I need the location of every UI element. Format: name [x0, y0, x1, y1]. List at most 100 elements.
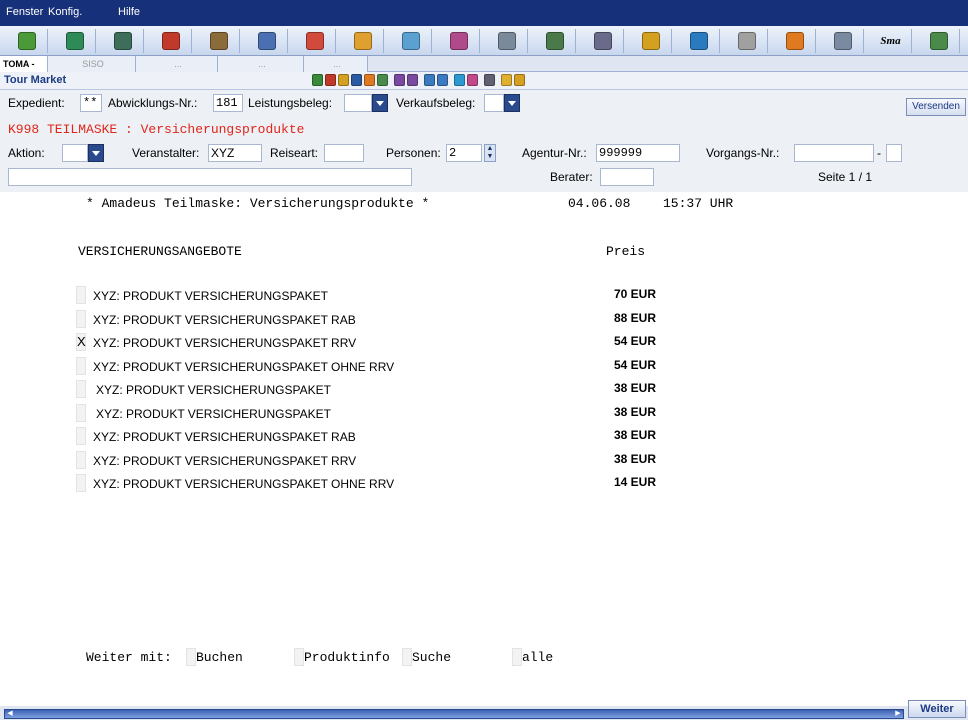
- chevron-down-icon[interactable]: [88, 144, 104, 162]
- toolbar-button-tools[interactable]: [342, 29, 384, 53]
- toolbar-button-chart[interactable]: [774, 29, 816, 53]
- tab-siso[interactable]: SISO: [48, 56, 136, 72]
- chevron-down-icon[interactable]: [504, 94, 520, 112]
- chevron-down-icon[interactable]: [372, 94, 388, 112]
- page-indicator: Seite 1 / 1: [818, 170, 873, 184]
- offer-select-checkbox[interactable]: [76, 450, 86, 469]
- buchen-checkbox[interactable]: [186, 648, 196, 666]
- offer-select-checkbox[interactable]: [76, 356, 86, 375]
- note-icon[interactable]: [501, 74, 512, 86]
- toolbar-button-figure[interactable]: [726, 29, 768, 53]
- print-icon[interactable]: [364, 74, 375, 86]
- scroll-right-icon[interactable]: ▶: [893, 710, 903, 718]
- aktion-label: Aktion:: [8, 146, 45, 160]
- toolbar-button-notes[interactable]: [534, 29, 576, 53]
- offer-select-checkbox[interactable]: [76, 380, 86, 398]
- offer-select-checkbox[interactable]: [76, 403, 86, 422]
- tab-empty-2[interactable]: ...: [218, 56, 304, 72]
- offer-name: XYZ: PRODUKT VERSICHERUNGSPAKET OHNE RRV: [93, 477, 395, 491]
- toolbar-button-person[interactable]: [150, 29, 192, 53]
- toolbar-button-document[interactable]: [486, 29, 528, 53]
- berater-label: Berater:: [550, 170, 593, 184]
- stop-icon[interactable]: [325, 74, 336, 86]
- leistungsbeleg-label: Leistungsbeleg:: [248, 96, 333, 110]
- session-tabs: TOMA - XYZ× SISO ... ... ...: [0, 56, 968, 86]
- send-button[interactable]: Versenden: [906, 98, 966, 116]
- verkaufsbeleg-select[interactable]: [484, 94, 504, 112]
- offer-select-checkbox[interactable]: [76, 474, 86, 492]
- free-text-field[interactable]: [8, 168, 412, 186]
- mail-icon[interactable]: [467, 74, 478, 86]
- suche-checkbox[interactable]: [402, 648, 412, 666]
- agentur-label: Agentur-Nr.:: [522, 146, 587, 160]
- mask-content: * Amadeus Teilmaske: Versicherungsproduk…: [0, 192, 968, 706]
- zoom-out-icon[interactable]: [437, 74, 448, 86]
- spinner-icon[interactable]: ▲ ▼: [484, 144, 496, 162]
- produktinfo-checkbox[interactable]: [294, 648, 304, 666]
- tab-empty-1[interactable]: ...: [136, 56, 218, 72]
- leistungsbeleg-select[interactable]: [344, 94, 372, 112]
- berater-field[interactable]: [600, 168, 654, 186]
- personen-field[interactable]: 2: [446, 144, 482, 162]
- mask-title: K998 TEILMASKE : Versicherungsprodukte: [8, 122, 305, 137]
- reiseart-field[interactable]: [324, 144, 364, 162]
- alle-checkbox[interactable]: [512, 648, 522, 666]
- next-arrow-icon[interactable]: [407, 74, 418, 86]
- prev-arrow-icon[interactable]: [394, 74, 405, 86]
- edit-icon[interactable]: [514, 74, 525, 86]
- toolbar-button-exit[interactable]: [918, 29, 960, 53]
- toolbar-button-home[interactable]: [6, 29, 48, 53]
- toolbar-button-sma[interactable]: Sma: [870, 29, 912, 53]
- toolbar-button-ticket[interactable]: [438, 29, 480, 53]
- veranstalter-field[interactable]: XYZ: [208, 144, 262, 162]
- weiter-button[interactable]: Weiter: [908, 700, 966, 718]
- personen-label: Personen:: [386, 146, 441, 160]
- toolbar-button-car[interactable]: [246, 29, 288, 53]
- action-icons: [312, 74, 525, 86]
- toolbar-button-calculator[interactable]: [54, 29, 96, 53]
- toolbar-button-traveler[interactable]: [294, 29, 336, 53]
- horizontal-scrollbar[interactable]: ◀ ▶: [4, 709, 904, 719]
- check-icon[interactable]: [312, 74, 323, 86]
- offer-select-checkbox[interactable]: X: [76, 333, 86, 351]
- agentur-field[interactable]: 999999: [596, 144, 680, 162]
- globe-icon: [113, 32, 132, 50]
- alle-option: alle: [522, 650, 554, 665]
- user-icon[interactable]: [351, 74, 362, 86]
- reiseart-label: Reiseart:: [270, 146, 319, 160]
- folder-icon[interactable]: [338, 74, 349, 86]
- tab-empty-3[interactable]: ...: [304, 56, 368, 72]
- offer-price: 38 EUR: [614, 404, 657, 419]
- vorgangs-field[interactable]: [794, 144, 874, 162]
- menu-hilfe[interactable]: Hilfe: [118, 6, 140, 18]
- exit-icon: [929, 32, 948, 50]
- scroll-left-icon[interactable]: ◀: [5, 710, 15, 718]
- expedient-field[interactable]: **: [80, 94, 102, 112]
- aktion-select[interactable]: [62, 144, 88, 162]
- toolbar-button-globe[interactable]: [102, 29, 144, 53]
- toolbar-button-window[interactable]: [822, 29, 864, 53]
- offer-select-checkbox[interactable]: [76, 286, 86, 304]
- toolbar-button-pencil[interactable]: [630, 29, 672, 53]
- tour-market-bar: Tour Market: [0, 72, 968, 90]
- offer-select-checkbox[interactable]: [76, 309, 86, 328]
- figure-icon: [737, 32, 756, 50]
- vorgangs-suffix-field[interactable]: [886, 144, 902, 162]
- expedient-label: Expedient:: [8, 96, 65, 110]
- menu-konfig[interactable]: Konfig.: [48, 6, 82, 18]
- transfer-icon[interactable]: [454, 74, 465, 86]
- printer-icon[interactable]: [484, 74, 495, 86]
- toolbar-button-info[interactable]: [678, 29, 720, 53]
- offer-select-checkbox[interactable]: [76, 427, 86, 445]
- menu-bar: Fenster Konfig. Hilfe: [0, 0, 968, 26]
- toolbar-button-palm-tree[interactable]: [198, 29, 240, 53]
- document-icon[interactable]: [377, 74, 388, 86]
- abwicklung-field[interactable]: 181: [213, 94, 243, 112]
- offer-price: 70 EUR: [614, 287, 657, 301]
- tab-toma[interactable]: TOMA - XYZ×: [0, 56, 48, 86]
- menu-fenster[interactable]: Fenster: [6, 6, 43, 18]
- offer-name: XYZ: PRODUKT VERSICHERUNGSPAKET OHNE RRV: [93, 359, 395, 374]
- zoom-in-icon[interactable]: [424, 74, 435, 86]
- toolbar-button-settings[interactable]: [582, 29, 624, 53]
- toolbar-button-ship[interactable]: [390, 29, 432, 53]
